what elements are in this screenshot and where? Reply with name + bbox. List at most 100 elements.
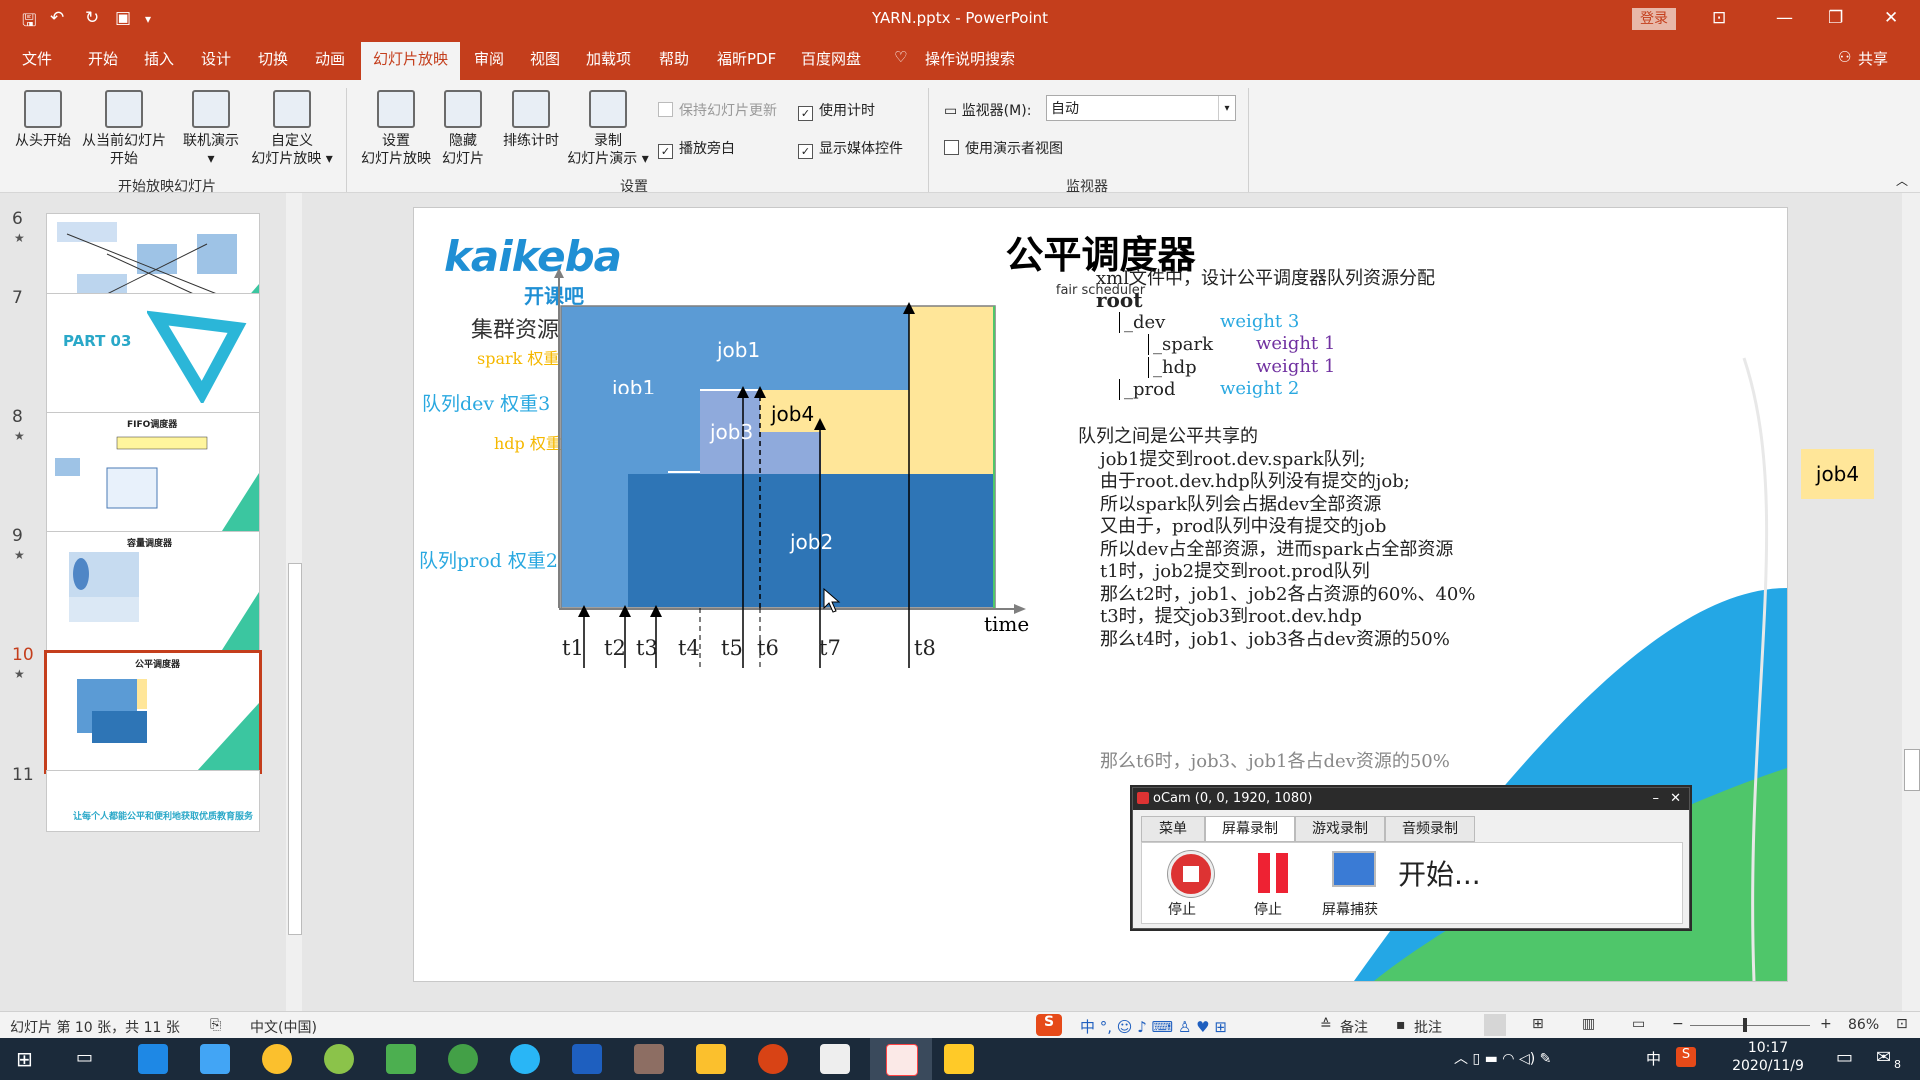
- notes-icon[interactable]: ≙: [1320, 1017, 1332, 1033]
- ocam-taskbar-icon[interactable]: [886, 1044, 918, 1076]
- editor-scrollbar[interactable]: [1902, 193, 1920, 1011]
- tab-review[interactable]: 审阅: [474, 48, 504, 69]
- online-present-button[interactable]: 联机演示 ▾: [176, 90, 246, 168]
- reading-view-icon[interactable]: ▥: [1582, 1016, 1595, 1032]
- ocam-tab-screen[interactable]: 屏幕录制: [1205, 816, 1295, 842]
- zoom-slider[interactable]: [1690, 1018, 1810, 1032]
- slideshow-view-icon[interactable]: ▭: [1632, 1016, 1645, 1032]
- ocam-titlebar[interactable]: oCam (0, 0, 1920, 1080) – ✕: [1133, 788, 1689, 810]
- pause-icon-left[interactable]: [1258, 853, 1270, 893]
- keep-updated-checkbox[interactable]: 保持幻灯片更新: [658, 100, 777, 120]
- zoom-slider-thumb[interactable]: [1743, 1018, 1747, 1032]
- ocam-stop-label[interactable]: 停止: [1168, 899, 1196, 919]
- tab-design[interactable]: 设计: [201, 48, 231, 69]
- app-note-icon[interactable]: [200, 1044, 230, 1074]
- comments-icon[interactable]: ▪: [1396, 1017, 1406, 1033]
- rehearse-timing-button[interactable]: 排练计时: [496, 90, 566, 150]
- tab-home[interactable]: 开始: [88, 48, 118, 69]
- thumbnail-scrollbar[interactable]: [286, 193, 302, 1011]
- maximize-icon[interactable]: ❐: [1828, 8, 1843, 28]
- ime-toolbar[interactable]: 中 °, ☺ ♪ ⌨ ♙ ♥ ⊞: [1080, 1016, 1227, 1037]
- ocam-tab-audio[interactable]: 音频录制: [1385, 816, 1475, 842]
- tell-me-search[interactable]: 操作说明搜索: [925, 48, 1015, 69]
- slide-thumbnail-10[interactable]: 公平调度器: [44, 650, 262, 774]
- custom-slideshow-button[interactable]: 自定义 幻灯片放映 ▾: [246, 90, 338, 168]
- app-yellow-icon[interactable]: [944, 1044, 974, 1074]
- slide-thumbnail-11[interactable]: 让每个人都能公平和便利地获取优质教育服务: [46, 770, 260, 832]
- ocam-window[interactable]: oCam (0, 0, 1920, 1080) – ✕ 菜单 屏幕录制 游戏录制…: [1132, 787, 1690, 929]
- ocam-close-icon[interactable]: ✕: [1670, 788, 1681, 810]
- tab-help[interactable]: 帮助: [659, 48, 689, 69]
- clock-date[interactable]: 2020/11/9: [1718, 1058, 1818, 1074]
- show-desktop-icon[interactable]: ▭: [1836, 1047, 1853, 1068]
- presenter-view-checkbox[interactable]: 使用演示者视图: [944, 138, 1063, 158]
- zoom-out-icon[interactable]: −: [1672, 1016, 1684, 1032]
- pause-icon-right[interactable]: [1276, 853, 1288, 893]
- ocam-capture-label[interactable]: 屏幕捕获: [1322, 899, 1378, 919]
- offslide-job4-label[interactable]: job4: [1801, 449, 1874, 499]
- monitor-select[interactable]: 自动 ▾: [1046, 95, 1236, 121]
- tab-foxit[interactable]: 福昕PDF: [717, 48, 776, 69]
- ime-indicator[interactable]: 中: [1646, 1048, 1661, 1069]
- monitor-capture-icon[interactable]: [1332, 851, 1376, 887]
- hide-slide-button[interactable]: 隐藏 幻灯片: [436, 90, 490, 168]
- app-window-icon[interactable]: [634, 1044, 664, 1074]
- media-controls-checkbox[interactable]: ✓ 显示媒体控件: [798, 138, 903, 159]
- ribbon-display-icon[interactable]: ⊡: [1712, 8, 1726, 28]
- notification-icon[interactable]: ✉: [1876, 1047, 1891, 1068]
- scrollbar-thumb[interactable]: [288, 563, 302, 935]
- comments-button[interactable]: 批注: [1414, 1017, 1442, 1037]
- stop-record-icon[interactable]: [1168, 851, 1214, 897]
- typora-icon[interactable]: [820, 1044, 850, 1074]
- minimize-icon[interactable]: —: [1776, 8, 1793, 28]
- slide-sorter-icon[interactable]: ⊞: [1532, 1016, 1544, 1032]
- use-timing-checkbox[interactable]: ✓ 使用计时: [798, 100, 875, 121]
- ocam-tab-menu[interactable]: 菜单: [1141, 816, 1205, 842]
- notes-button[interactable]: 备注: [1340, 1017, 1368, 1037]
- ocam-minimize-icon[interactable]: –: [1653, 788, 1660, 810]
- setup-slideshow-button[interactable]: 设置 幻灯片放映: [354, 90, 438, 168]
- tab-insert[interactable]: 插入: [144, 48, 174, 69]
- ocam-pause-label[interactable]: 停止: [1254, 899, 1282, 919]
- file-explorer-icon[interactable]: [696, 1044, 726, 1074]
- chrome-icon[interactable]: [262, 1044, 292, 1074]
- windows-start-icon[interactable]: ⊞: [16, 1047, 33, 1071]
- slide-thumbnail-7[interactable]: PART 03: [46, 293, 260, 413]
- tab-slideshow[interactable]: 幻灯片放映: [361, 42, 461, 80]
- sogou-tray-icon[interactable]: S: [1676, 1047, 1696, 1067]
- slide-thumbnail-9[interactable]: 容量调度器: [46, 531, 260, 651]
- app-plane-icon[interactable]: [510, 1044, 540, 1074]
- tab-view[interactable]: 视图: [530, 48, 560, 69]
- share-button[interactable]: 共享: [1858, 48, 1888, 69]
- task-view-icon[interactable]: ▭: [76, 1047, 93, 1068]
- fit-slide-icon[interactable]: ⊡: [1896, 1016, 1908, 1032]
- scrollbar-thumb[interactable]: [1904, 749, 1920, 791]
- record-slideshow-button[interactable]: 录制 幻灯片演示 ▾: [564, 90, 652, 168]
- tab-baidu[interactable]: 百度网盘: [801, 48, 861, 69]
- app-green-icon[interactable]: [324, 1044, 354, 1074]
- zoom-level[interactable]: 86%: [1848, 1017, 1879, 1033]
- close-icon[interactable]: ✕: [1884, 8, 1898, 28]
- app-picture-icon[interactable]: [386, 1044, 416, 1074]
- login-button[interactable]: 登录: [1632, 8, 1676, 30]
- ocam-tab-game[interactable]: 游戏录制: [1295, 816, 1385, 842]
- tab-animations[interactable]: 动画: [315, 48, 345, 69]
- narration-checkbox[interactable]: ✓ 播放旁白: [658, 138, 735, 159]
- slide-thumbnail-8[interactable]: FIFO调度器: [46, 412, 260, 532]
- wechat-icon[interactable]: [448, 1044, 478, 1074]
- chevron-down-icon[interactable]: ▾: [1218, 96, 1235, 120]
- tab-addins[interactable]: 加载项: [586, 48, 631, 69]
- from-start-button[interactable]: 从头开始: [10, 90, 76, 150]
- app-remote-icon[interactable]: [138, 1044, 168, 1074]
- notes-check-icon[interactable]: ⎘: [210, 1017, 221, 1033]
- zoom-in-icon[interactable]: +: [1820, 1016, 1832, 1032]
- tray-icons[interactable]: ︿ ▯ ▬ ◠ ◁) ✎: [1454, 1048, 1551, 1068]
- clock-time[interactable]: 10:17: [1732, 1040, 1804, 1056]
- language-indicator[interactable]: 中文(中国): [250, 1017, 317, 1037]
- word-icon[interactable]: [572, 1044, 602, 1074]
- from-current-button[interactable]: 从当前幻灯片 开始: [76, 90, 172, 168]
- powerpoint-icon[interactable]: [758, 1044, 788, 1074]
- tab-file[interactable]: 文件: [22, 48, 52, 69]
- normal-view-icon[interactable]: [1484, 1014, 1506, 1036]
- sogou-ime-icon[interactable]: S: [1036, 1014, 1062, 1036]
